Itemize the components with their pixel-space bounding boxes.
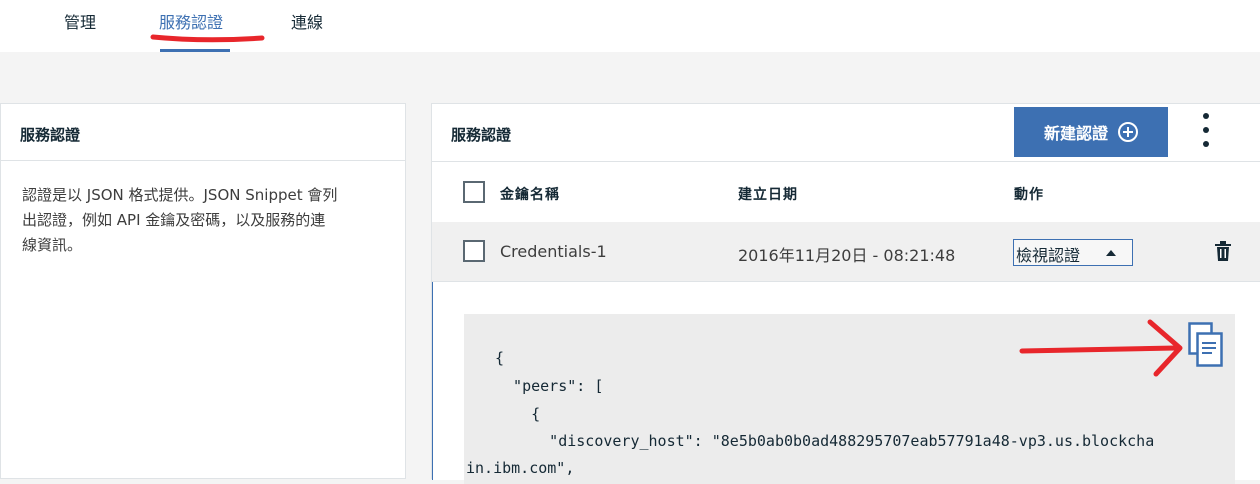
row-checkbox[interactable] (463, 240, 485, 262)
code-line: { (495, 349, 505, 367)
code-line: "discovery_host": "8e5b0ab0b0ad488295707… (495, 432, 1155, 450)
divider (432, 161, 1260, 162)
column-header-actions: 動作 (1014, 187, 1044, 203)
caret-up-icon (1106, 250, 1116, 256)
description-line: 出認證，例如 API 金鑰及密碼，以及服務的連 (22, 211, 326, 229)
credential-name: Credentials-1 (500, 242, 607, 261)
left-panel-description: 認證是以 JSON 格式提供。JSON Snippet 會列 出認證，例如 AP… (1, 161, 405, 258)
code-line: in.ibm.com", (466, 459, 575, 477)
kebab-menu-icon[interactable] (1198, 113, 1214, 153)
column-header-created[interactable]: 建立日期 (738, 184, 798, 204)
new-credential-label: 新建認證 (1043, 124, 1108, 143)
code-line: { (495, 405, 541, 423)
credential-details: { "peers": [ { "discovery_host": "8e5b0a… (432, 282, 1260, 484)
credentials-panel-title: 服務認證 (451, 126, 512, 144)
left-info-panel: 服務認證 認證是以 JSON 格式提供。JSON Snippet 會列 出認證，… (0, 103, 406, 479)
left-panel-title: 服務認證 (1, 104, 405, 161)
top-nav: 管理 服務認證 連線 (0, 0, 1260, 52)
description-line: 線資訊。 (22, 236, 83, 254)
view-credentials-select[interactable]: 檢視認證 (1013, 239, 1133, 266)
tab-manage[interactable]: 管理 (64, 9, 96, 33)
credentials-panel: 服務認證 新建認證 金鑰名稱 建立日期 動作 Credentials-1 201… (431, 103, 1260, 484)
tab-service-credentials[interactable]: 服務認證 (159, 9, 223, 33)
view-credentials-label: 檢視認證 (1016, 246, 1081, 265)
column-header-key-name[interactable]: 金鑰名稱 (500, 184, 560, 204)
description-line: 認證是以 JSON 格式提供。JSON Snippet 會列 (22, 186, 338, 204)
active-tab-indicator (160, 49, 230, 52)
table-row: Credentials-1 2016年11月20日 - 08:21:48 檢視認… (432, 222, 1260, 282)
credential-created-date: 2016年11月20日 - 08:21:48 (738, 246, 956, 265)
tab-connections[interactable]: 連線 (291, 9, 323, 33)
plus-circle-icon (1118, 122, 1138, 142)
trash-icon[interactable] (1214, 241, 1232, 261)
code-line: "peers": [ (495, 377, 604, 395)
json-snippet: { "peers": [ { "discovery_host": "8e5b0a… (464, 314, 1235, 484)
select-all-checkbox[interactable] (463, 181, 485, 203)
copy-icon[interactable] (1188, 322, 1224, 368)
new-credential-button[interactable]: 新建認證 (1014, 107, 1168, 157)
